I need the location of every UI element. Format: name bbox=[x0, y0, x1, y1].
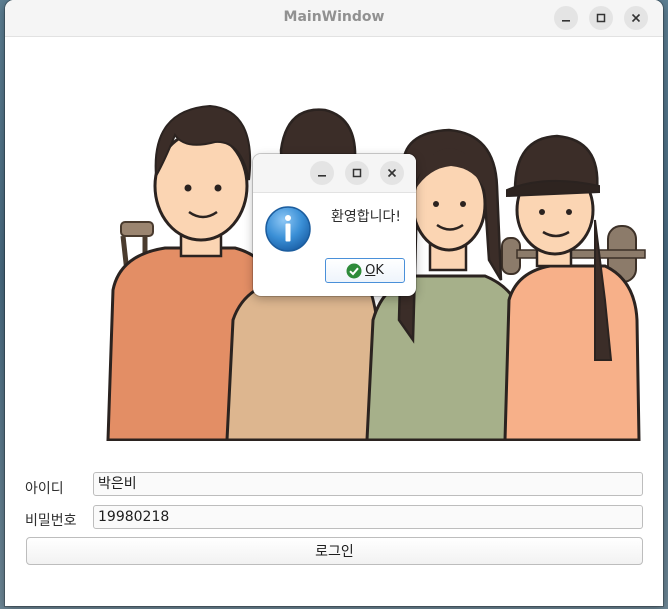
main-window: MainWindow 아이디 박은비 비밀번호 19980218 로그인 bbox=[5, 0, 663, 606]
minimize-button[interactable] bbox=[554, 6, 578, 30]
close-icon bbox=[631, 13, 641, 23]
dialog-close-button[interactable] bbox=[380, 161, 404, 185]
dialog-maximize-button[interactable] bbox=[345, 161, 369, 185]
minimize-icon bbox=[562, 20, 570, 22]
close-icon bbox=[387, 168, 397, 178]
dialog-message: 환영합니다! bbox=[331, 209, 402, 225]
password-label: 비밀번호 bbox=[25, 513, 77, 529]
close-button[interactable] bbox=[624, 6, 648, 30]
information-icon bbox=[265, 206, 311, 252]
dialog-titlebar[interactable] bbox=[253, 154, 416, 193]
maximize-button[interactable] bbox=[589, 6, 613, 30]
dialog-minimize-button[interactable] bbox=[310, 161, 334, 185]
message-dialog: 환영합니다! OK bbox=[253, 154, 416, 296]
check-icon bbox=[346, 263, 362, 278]
ok-label: K bbox=[375, 263, 384, 278]
person-right bbox=[503, 134, 641, 441]
maximize-icon bbox=[352, 168, 362, 178]
minimize-icon bbox=[318, 175, 326, 177]
id-field[interactable]: 박은비 bbox=[93, 472, 643, 496]
window-titlebar[interactable]: MainWindow bbox=[5, 0, 663, 37]
maximize-icon bbox=[596, 13, 606, 23]
ok-button[interactable]: OK bbox=[325, 258, 405, 283]
login-button[interactable]: 로그인 bbox=[26, 537, 643, 565]
ok-mnemonic: O bbox=[365, 263, 376, 278]
id-label: 아이디 bbox=[25, 481, 64, 497]
password-field[interactable]: 19980218 bbox=[93, 505, 643, 529]
